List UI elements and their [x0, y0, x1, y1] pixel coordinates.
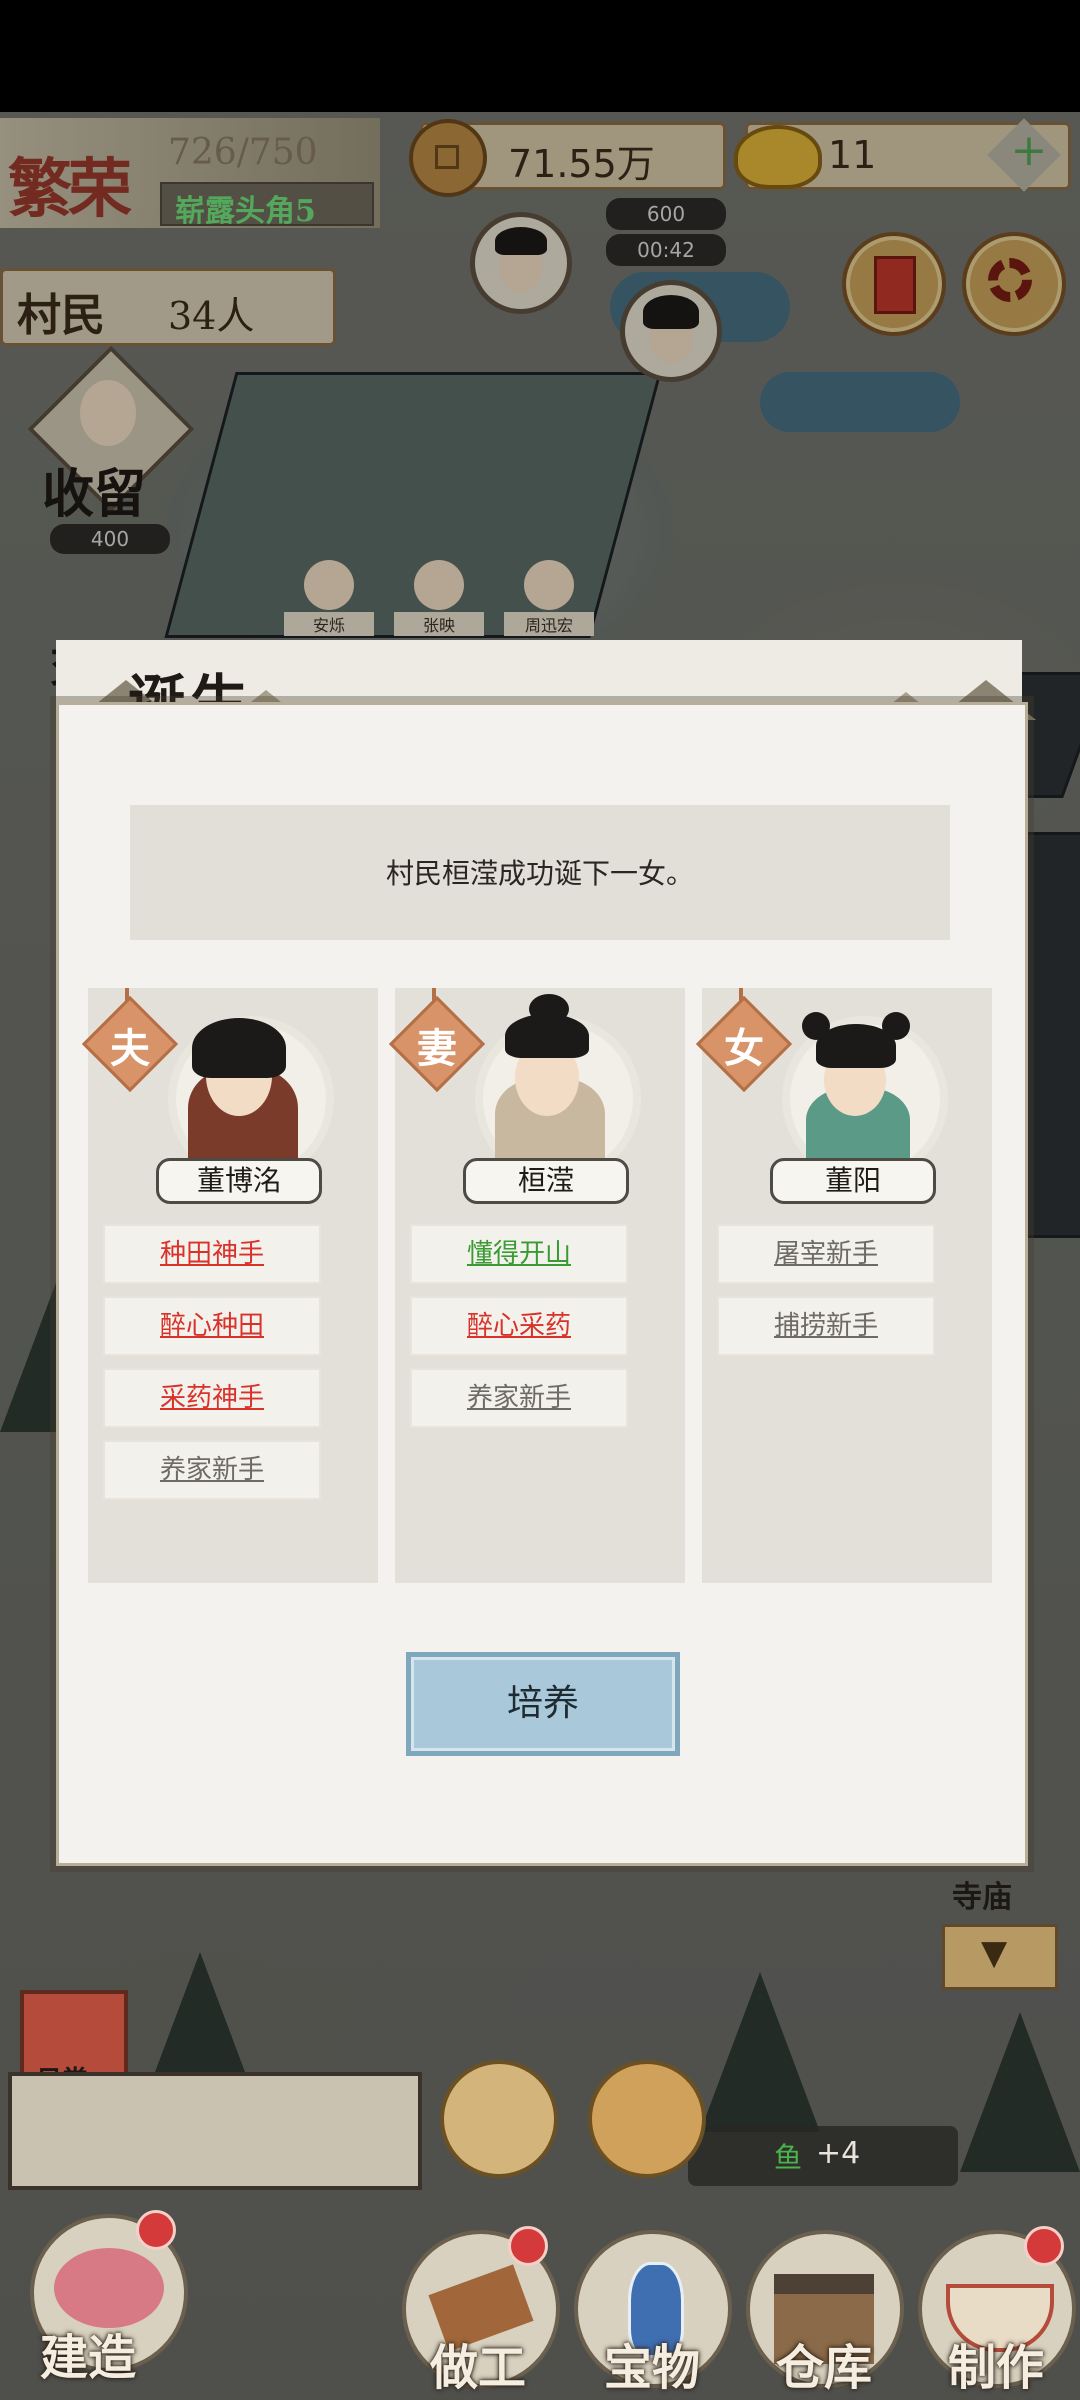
mirror-icon[interactable] [588, 2060, 706, 2178]
temple-arrow-button[interactable]: ▼ [942, 1924, 1058, 1990]
hair-bun [802, 1012, 830, 1040]
build-label[interactable]: 建造 [40, 2318, 136, 2388]
work-label[interactable]: 做工 [430, 2328, 526, 2398]
treasure-label[interactable]: 宝物 [604, 2328, 700, 2398]
trait-item[interactable]: 屠宰新手 [717, 1224, 935, 1284]
trait-item[interactable]: 养家新手 [410, 1368, 628, 1428]
trait-item[interactable]: 捕捞新手 [717, 1296, 935, 1356]
temple-label[interactable]: 寺庙 [952, 1872, 1012, 1916]
character-name: 董阳 [770, 1158, 936, 1204]
warehouse-label[interactable]: 仓库 [776, 2328, 872, 2398]
cultivate-button[interactable]: 培养 [406, 1652, 680, 1756]
fish-reward-bubble[interactable]: 鱼 +4 [688, 2126, 958, 2186]
hair-bun [882, 1012, 910, 1040]
role-tag-text: 妻 [417, 1025, 457, 1072]
birth-message: 村民桓滢成功诞下一女。 [385, 857, 694, 890]
notification-dot [1024, 2226, 1064, 2266]
character-name: 桓滢 [463, 1158, 629, 1204]
family-card-husband: 夫 董博洺 种田神手 醉心种田 采药神手 养家新手 [81, 988, 378, 1583]
fish-label: 鱼 [774, 2141, 803, 2174]
family-card-daughter: 女 董阳 屠宰新手 捕捞新手 [695, 988, 992, 1583]
role-tag-text: 夫 [110, 1025, 150, 1072]
trait-item[interactable]: 采药神手 [103, 1368, 321, 1428]
notification-dot [136, 2210, 176, 2250]
daily-task-panel[interactable] [8, 2072, 422, 2190]
trait-item[interactable]: 懂得开山 [410, 1224, 628, 1284]
hair-bun [529, 994, 569, 1024]
fish-amount: +4 [816, 2136, 861, 2171]
trait-item[interactable]: 养家新手 [103, 1440, 321, 1500]
portrait-hair [192, 1018, 286, 1078]
craft-label[interactable]: 制作 [948, 2328, 1044, 2398]
family-card-wife: 妻 桓滢 懂得开山 醉心采药 养家新手 [388, 988, 685, 1583]
trait-item[interactable]: 种田神手 [103, 1224, 321, 1284]
role-tag-text: 女 [724, 1025, 764, 1072]
trait-item[interactable]: 醉心种田 [103, 1296, 321, 1356]
chevron-down-icon: ▼ [981, 1933, 1008, 1973]
notification-dot [508, 2226, 548, 2266]
trait-item[interactable]: 醉心采药 [410, 1296, 628, 1356]
character-name: 董博洺 [156, 1158, 322, 1204]
bracelet-icon[interactable] [440, 2060, 558, 2178]
